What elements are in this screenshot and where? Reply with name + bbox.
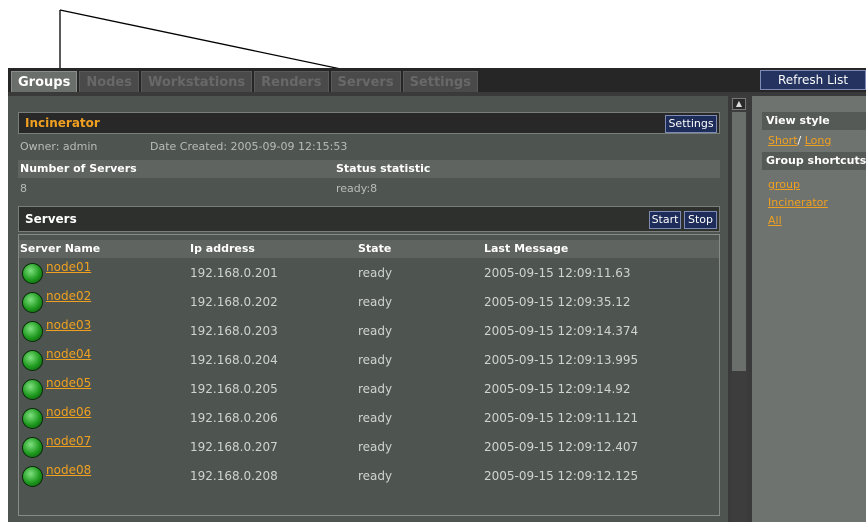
servers-header: Servers Start Stop	[18, 206, 720, 232]
main-panel: Incinerator Settings Owner: admin Date C…	[8, 96, 728, 522]
shortcut-link-group[interactable]: group	[768, 178, 800, 191]
status-statistic-value: ready:8	[336, 182, 378, 195]
tab-servers[interactable]: Servers	[330, 71, 401, 92]
refresh-list-button[interactable]: Refresh List	[760, 70, 866, 90]
view-style-options: Short/ Long	[768, 134, 831, 147]
group-stats-header: Number of Servers Status statistic	[18, 160, 720, 178]
tab-groups[interactable]: Groups	[11, 71, 78, 92]
servers-panel-border	[18, 234, 720, 516]
tab-nodes[interactable]: Nodes	[79, 71, 139, 92]
shortcut-link-all[interactable]: All	[768, 214, 782, 227]
sidebar: View style Short/ Long Group shortcuts g…	[752, 96, 866, 522]
group-title: Incinerator	[25, 116, 100, 130]
status-statistic-label: Status statistic	[336, 162, 431, 175]
num-servers-value: 8	[20, 182, 27, 195]
start-button[interactable]: Start	[649, 211, 681, 229]
num-servers-label: Number of Servers	[20, 162, 137, 175]
tab-workstations[interactable]: Workstations	[140, 71, 253, 92]
group-info-row: Owner: admin Date Created: 2005-09-09 12…	[18, 138, 720, 156]
view-style-heading: View style	[762, 112, 866, 130]
group-header: Incinerator Settings	[18, 112, 720, 134]
short-view-link[interactable]: Short	[768, 134, 798, 147]
app-window: Groups Nodes Workstations Renders Server…	[8, 68, 866, 522]
tab-list: Groups Nodes Workstations Renders Server…	[11, 71, 478, 92]
servers-title: Servers	[25, 212, 77, 226]
long-view-link[interactable]: Long	[805, 134, 832, 147]
tab-settings[interactable]: Settings	[402, 71, 478, 92]
group-date-created: Date Created: 2005-09-09 12:15:53	[150, 140, 348, 153]
tab-bar: Groups Nodes Workstations Renders Server…	[8, 68, 866, 92]
shortcut-link-incinerator[interactable]: Incinerator	[768, 196, 828, 209]
group-settings-button[interactable]: Settings	[665, 115, 717, 133]
scroll-up-arrow-icon[interactable]: ▲	[732, 98, 746, 110]
group-shortcuts-heading: Group shortcuts	[762, 152, 866, 170]
vertical-scrollbar[interactable]: ▲	[731, 96, 747, 522]
tab-renders[interactable]: Renders	[254, 71, 329, 92]
view-style-separator: /	[797, 134, 802, 147]
group-stats-values: 8 ready:8	[18, 180, 720, 198]
stop-button[interactable]: Stop	[684, 211, 717, 229]
scrollbar-thumb[interactable]	[732, 112, 746, 371]
group-owner: Owner: admin	[20, 140, 98, 153]
